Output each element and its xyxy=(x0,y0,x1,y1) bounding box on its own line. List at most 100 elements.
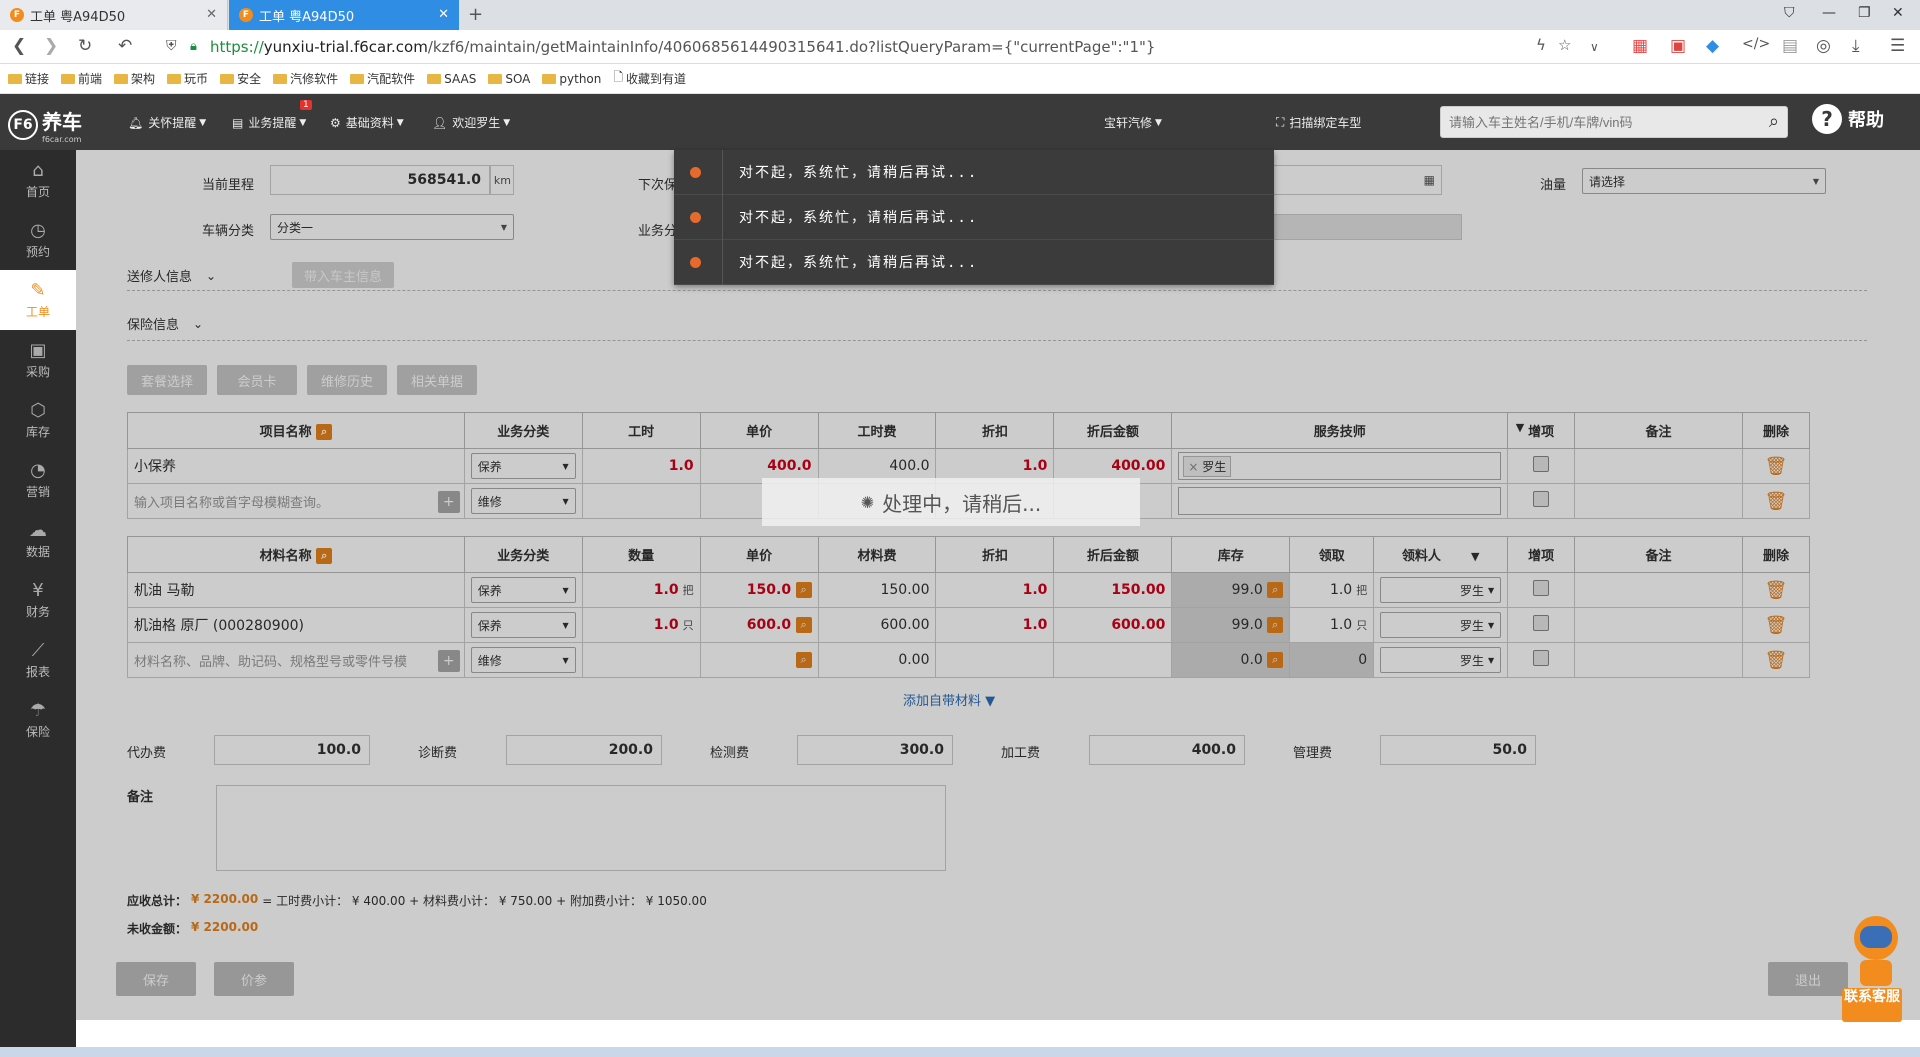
undo-icon[interactable]: ↶ xyxy=(118,36,132,56)
category-select[interactable]: 维修 ▼ xyxy=(470,647,576,673)
search-input[interactable] xyxy=(1441,107,1741,137)
menu-icon[interactable]: ☰ xyxy=(1890,36,1905,56)
material-name[interactable]: 机油格 原厂 (000280900) xyxy=(127,607,465,643)
sidebar-item-9[interactable]: ☂ 保险 xyxy=(0,690,76,750)
sidebar-item-3[interactable]: ▣ 采购 xyxy=(0,330,76,390)
shop-selector[interactable]: 宝轩汽修 ▼ xyxy=(1104,114,1162,131)
bookmark-folder[interactable]: 汽修软件 xyxy=(273,70,338,87)
bookmark-folder[interactable]: 架构 xyxy=(114,70,155,87)
search-icon[interactable]: ⌕ xyxy=(1769,111,1779,132)
member-card-button[interactable]: 会员卡 xyxy=(217,365,297,395)
remark-textarea[interactable] xyxy=(216,785,946,871)
discount-cell[interactable]: 1.0 xyxy=(935,572,1055,608)
calendar-icon[interactable]: ▦ xyxy=(1424,173,1435,187)
rp-icon[interactable]: ▤ xyxy=(1782,36,1798,56)
remark-cell[interactable] xyxy=(1574,572,1743,608)
add-item-checkbox[interactable] xyxy=(1533,456,1550,472)
customer-service-widget[interactable]: 联系客服 xyxy=(1842,916,1908,1026)
category-select[interactable]: 维修 ▼ xyxy=(470,488,576,514)
sidebar-item-6[interactable]: ☁ 数据 xyxy=(0,510,76,570)
bookmark-folder[interactable]: SAAS xyxy=(427,72,476,86)
shirt-icon[interactable]: ⛉ xyxy=(1784,5,1795,21)
error-toast[interactable]: 对不起，系统忙，请稍后再试... xyxy=(674,240,1274,285)
plus-icon[interactable]: + xyxy=(437,491,460,513)
back-icon[interactable]: ❮ xyxy=(12,36,26,56)
picker-select[interactable]: 罗生 ▼ xyxy=(1380,647,1502,673)
download-icon[interactable]: ⤓ xyxy=(1852,36,1860,56)
picker-select[interactable]: 罗生 ▼ xyxy=(1380,577,1502,603)
remark-cell[interactable] xyxy=(1574,448,1743,484)
menu-user[interactable]: 👤︎ 欢迎罗生 ▼ xyxy=(432,114,510,131)
picker-select[interactable]: 罗生 ▼ xyxy=(1380,612,1502,638)
sidebar-item-0[interactable]: ⌂ 首页 xyxy=(0,150,76,210)
plus-icon[interactable]: + xyxy=(437,650,460,672)
management-fee-input[interactable]: 50.0 xyxy=(1380,735,1536,765)
mileage-input[interactable]: 568541.0 km xyxy=(270,165,511,195)
apps-icon[interactable]: ▦ xyxy=(1632,36,1648,56)
search-icon[interactable]: ⌕ xyxy=(1267,652,1284,668)
bookmark-folder[interactable]: 安全 xyxy=(220,70,261,87)
bookmark-folder[interactable]: 汽配软件 xyxy=(350,70,415,87)
help-button[interactable]: ? 帮助 xyxy=(1812,104,1884,134)
category-select[interactable]: 保养 ▼ xyxy=(470,453,576,479)
filter-caret-icon[interactable]: ▼ xyxy=(1516,421,1524,434)
menu-care-reminder[interactable]: 🔔︎ 关怀提醒 ▼ xyxy=(128,114,206,131)
extension-icon[interactable]: ▣ xyxy=(1670,36,1686,56)
sidebar-item-8[interactable]: ⟋ 报表 xyxy=(0,630,76,690)
search-icon[interactable]: ⌕ xyxy=(316,548,333,565)
add-item-checkbox[interactable] xyxy=(1533,491,1550,507)
repair-history-button[interactable]: 维修历史 xyxy=(307,365,387,395)
filter-caret-icon[interactable]: ▼ xyxy=(1471,550,1479,563)
package-select-button[interactable]: 套餐选择 xyxy=(127,365,207,395)
sidebar-item-2[interactable]: ✎ 工单 xyxy=(0,270,76,330)
forward-icon[interactable]: ❯ xyxy=(44,36,58,56)
trash-icon[interactable]: 🗑︎ xyxy=(1765,615,1788,636)
discount-cell[interactable]: 1.0 xyxy=(935,607,1055,643)
menu-basic-data[interactable]: ⚙ 基础资料 ▼ xyxy=(330,114,404,131)
minimize-icon[interactable]: — xyxy=(1822,5,1836,21)
processing-fee-input[interactable]: 400.0 xyxy=(1089,735,1245,765)
add-own-material-link[interactable]: 添加自带材料 ▼ xyxy=(903,690,995,709)
close-tab-icon[interactable]: ✕ xyxy=(438,7,449,22)
inspection-fee-input[interactable]: 300.0 xyxy=(797,735,953,765)
restore-icon[interactable]: ❐ xyxy=(1858,5,1871,21)
col-header[interactable]: 领料人 ▼ xyxy=(1373,536,1509,573)
search-icon[interactable]: ⌕ xyxy=(795,617,812,633)
search-icon[interactable]: ⌕ xyxy=(795,582,812,598)
amount-cell[interactable]: 600.00 xyxy=(1053,607,1173,643)
sidebar-item-4[interactable]: ⬡ 库存 xyxy=(0,390,76,450)
shield-icon[interactable]: ⛨ xyxy=(166,38,177,54)
agency-fee-input[interactable]: 100.0 xyxy=(214,735,370,765)
error-toast[interactable]: 对不起，系统忙，请稍后再试... xyxy=(674,150,1274,195)
amount-cell[interactable]: 150.00 xyxy=(1053,572,1173,608)
trash-icon[interactable]: 🗑︎ xyxy=(1765,580,1788,601)
technician-field[interactable] xyxy=(1178,487,1502,515)
related-docs-button[interactable]: 相关单据 xyxy=(397,365,477,395)
lightning-icon[interactable]: ϟ xyxy=(1536,36,1546,54)
bookmark-folder[interactable]: python xyxy=(542,72,601,86)
category-select[interactable]: 保养 ▼ xyxy=(470,577,576,603)
close-window-icon[interactable]: ✕ xyxy=(1892,5,1904,21)
add-item-checkbox[interactable] xyxy=(1533,580,1550,596)
oil-select[interactable]: 请选择 ▼ xyxy=(1582,168,1826,194)
bookmark-folder[interactable]: 前端 xyxy=(61,70,102,87)
date-input[interactable]: ▦ xyxy=(1262,165,1442,195)
add-item-checkbox[interactable] xyxy=(1533,650,1550,666)
reload-icon[interactable]: ↻ xyxy=(78,36,92,56)
new-tab-icon[interactable]: + xyxy=(468,4,483,25)
category-select[interactable]: 保养 ▼ xyxy=(470,612,576,638)
bring-owner-info-button[interactable]: 带入车主信息 xyxy=(292,262,394,288)
vehicle-category-select[interactable]: 分类一 ▼ xyxy=(270,214,514,240)
item-search-input[interactable]: 输入项目名称或首字母模糊查询。 xyxy=(134,496,329,511)
sidebar-item-1[interactable]: ◷ 预约 xyxy=(0,210,76,270)
star-icon[interactable]: ☆ xyxy=(1558,36,1571,54)
bookmark-folder[interactable]: SOA xyxy=(488,72,530,86)
price-ref-button[interactable]: 价参 xyxy=(214,962,294,996)
search-icon[interactable]: ⌕ xyxy=(316,424,333,441)
chat-icon[interactable]: ◎ xyxy=(1816,36,1831,56)
technician-tag[interactable]: × 罗生 xyxy=(1183,455,1232,477)
taken-cell[interactable]: 0 xyxy=(1289,642,1375,678)
scan-bind-vehicle-button[interactable]: ⛶ 扫描绑定车型 xyxy=(1276,114,1361,131)
technician-field[interactable]: × 罗生 xyxy=(1178,452,1502,480)
col-header[interactable]: 服务技师 ▼ xyxy=(1171,412,1524,449)
